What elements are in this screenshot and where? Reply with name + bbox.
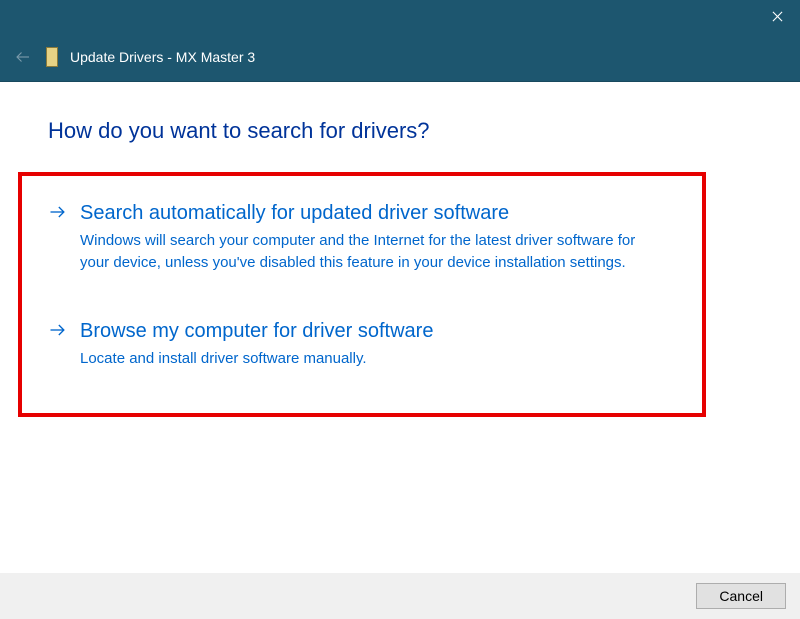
back-button[interactable]: [8, 42, 38, 72]
header-title: Update Drivers - MX Master 3: [70, 49, 255, 65]
footer: Cancel: [0, 573, 800, 619]
page-heading: How do you want to search for drivers?: [48, 118, 752, 144]
close-button[interactable]: [754, 0, 800, 32]
option-body: Search automatically for updated driver …: [80, 200, 676, 274]
back-arrow-icon: [14, 48, 32, 66]
close-icon: [772, 11, 783, 22]
content-area: How do you want to search for drivers? S…: [0, 82, 800, 417]
option-description: Locate and install driver software manua…: [80, 348, 650, 370]
cancel-button[interactable]: Cancel: [696, 583, 786, 609]
device-icon: [44, 47, 60, 67]
option-body: Browse my computer for driver software L…: [80, 318, 676, 370]
option-description: Windows will search your computer and th…: [80, 230, 650, 274]
option-title: Browse my computer for driver software: [80, 318, 676, 344]
arrow-right-icon: [48, 202, 68, 227]
option-search-automatically[interactable]: Search automatically for updated driver …: [48, 200, 676, 274]
option-browse-computer[interactable]: Browse my computer for driver software L…: [48, 318, 676, 370]
titlebar: [0, 0, 800, 32]
arrow-right-icon: [48, 320, 68, 345]
options-highlight-box: Search automatically for updated driver …: [18, 172, 706, 417]
option-title: Search automatically for updated driver …: [80, 200, 676, 226]
header: Update Drivers - MX Master 3: [0, 32, 800, 82]
